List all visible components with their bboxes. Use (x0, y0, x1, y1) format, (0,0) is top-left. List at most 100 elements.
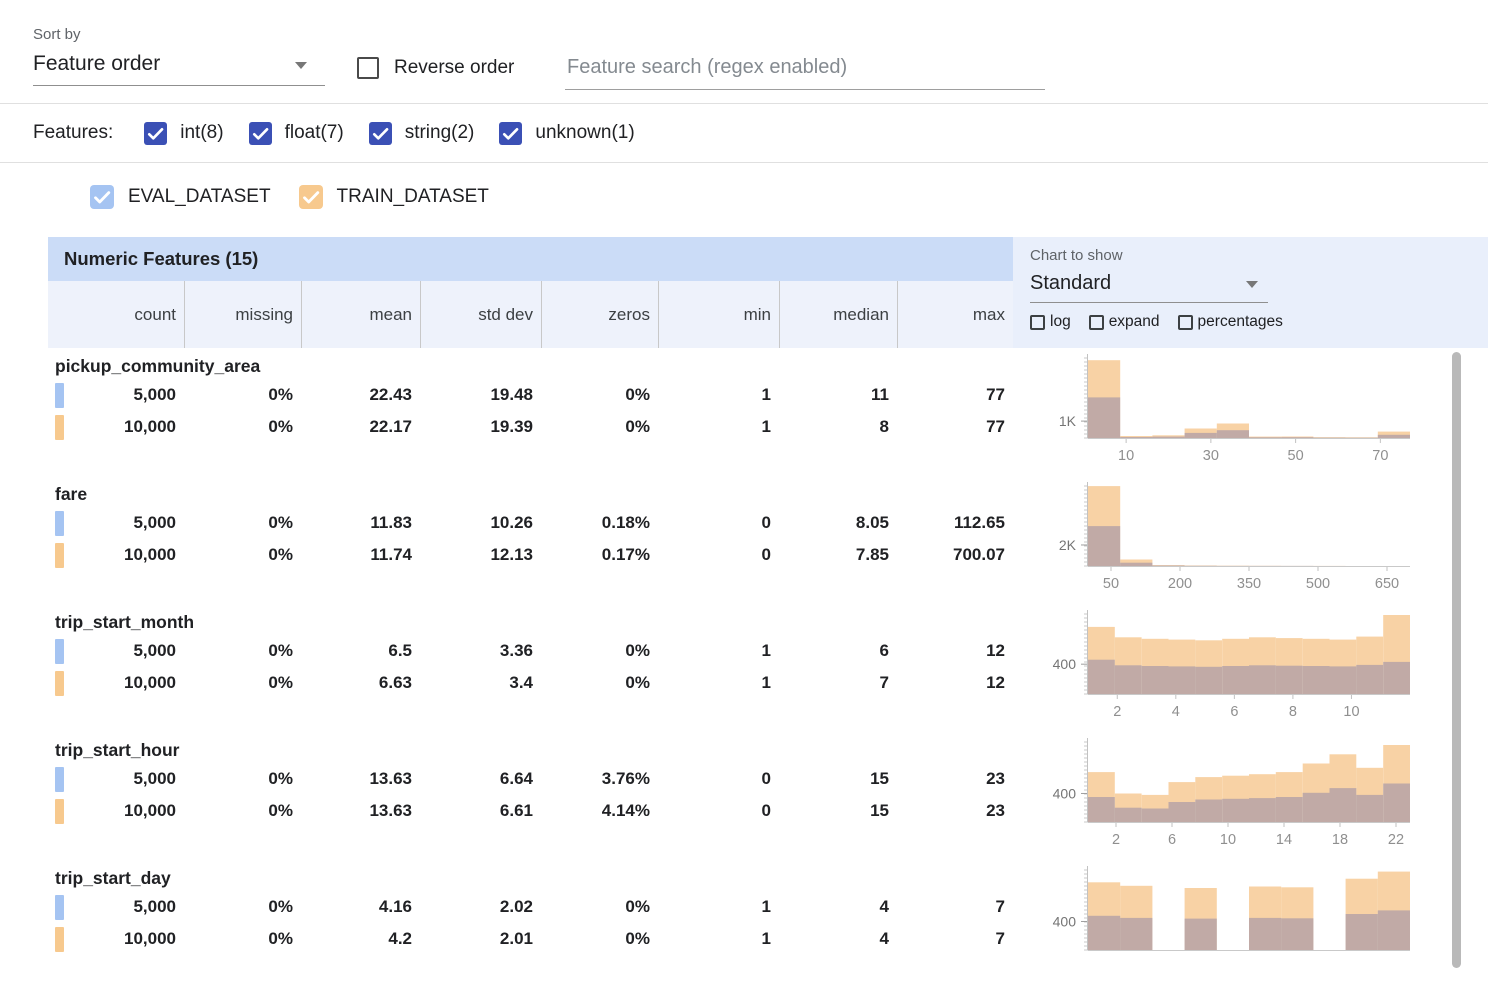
eval-mean: 13.63 (301, 769, 420, 789)
train-min: 1 (658, 673, 779, 693)
eval-min: 1 (658, 897, 779, 917)
train-std-dev: 2.01 (420, 929, 541, 949)
train-missing: 0% (184, 673, 301, 693)
eval-min: 0 (658, 513, 779, 533)
histogram-trip_start_hour: 4002610141822 (1020, 732, 1420, 860)
eval-dataset-marker (55, 639, 64, 664)
reverse-order-checkbox[interactable]: Reverse order (357, 57, 514, 79)
train-max: 23 (897, 801, 1013, 821)
train-mean: 6.63 (301, 673, 420, 693)
train-max: 700.07 (897, 545, 1013, 565)
svg-text:70: 70 (1372, 448, 1388, 464)
column-header-missing: missing (184, 281, 301, 348)
eval-missing: 0% (184, 641, 301, 661)
filter-float-checkbox[interactable]: float(7) (249, 122, 344, 145)
eval-count: 5,000 (48, 385, 184, 405)
checkbox-checked-icon (499, 122, 522, 145)
checkbox-checked-icon (90, 185, 114, 209)
sort-by-label: Sort by (33, 26, 325, 43)
checkbox-unchecked-icon (357, 57, 379, 79)
sort-order-select[interactable]: Feature order (33, 43, 325, 86)
features-label: Features: (33, 122, 113, 144)
train-std-dev: 19.39 (420, 417, 541, 437)
eval-max: 23 (897, 769, 1013, 789)
train-mean: 22.17 (301, 417, 420, 437)
train-max: 7 (897, 929, 1013, 949)
expand-checkbox[interactable]: expand (1089, 313, 1160, 331)
svg-text:6: 6 (1168, 832, 1176, 848)
train-max: 77 (897, 417, 1013, 437)
train-median: 15 (779, 801, 897, 821)
chart-type-select[interactable]: Standard (1030, 264, 1268, 303)
column-header-mean: mean (301, 281, 420, 348)
log-checkbox[interactable]: log (1030, 313, 1071, 331)
histogram-fare: 2K50200350500650 (1020, 476, 1420, 604)
chevron-down-icon (295, 62, 307, 69)
filter-unknown-checkbox[interactable]: unknown(1) (499, 122, 634, 145)
svg-text:30: 30 (1203, 448, 1219, 464)
checkbox-unchecked-icon (1178, 315, 1193, 330)
eval-std-dev: 6.64 (420, 769, 541, 789)
percentages-checkbox[interactable]: percentages (1178, 313, 1283, 331)
svg-text:400: 400 (1053, 785, 1077, 801)
vertical-scrollbar[interactable] (1452, 352, 1461, 968)
chart-to-show-label: Chart to show (1030, 247, 1488, 264)
svg-text:22: 22 (1388, 832, 1404, 848)
train-dataset-checkbox[interactable]: TRAIN_DATASET (299, 185, 489, 209)
train-median: 8 (779, 417, 897, 437)
svg-text:8: 8 (1289, 704, 1297, 720)
filter-float-label: float(7) (285, 122, 344, 144)
eval-missing: 0% (184, 513, 301, 533)
eval-dataset-marker (55, 511, 64, 536)
column-header-max: max (897, 281, 1013, 348)
eval-missing: 0% (184, 385, 301, 405)
checkbox-checked-icon (299, 185, 323, 209)
checkbox-checked-icon (249, 122, 272, 145)
svg-text:14: 14 (1276, 832, 1292, 848)
eval-min: 0 (658, 769, 779, 789)
eval-mean: 4.16 (301, 897, 420, 917)
filter-int-checkbox[interactable]: int(8) (144, 122, 223, 145)
svg-text:500: 500 (1306, 576, 1330, 592)
train-zeros: 0% (541, 417, 658, 437)
svg-text:4: 4 (1172, 704, 1180, 720)
svg-text:200: 200 (1168, 576, 1192, 592)
eval-zeros: 0% (541, 385, 658, 405)
train-missing: 0% (184, 545, 301, 565)
train-std-dev: 12.13 (420, 545, 541, 565)
chevron-down-icon (1246, 281, 1258, 288)
train-zeros: 0% (541, 673, 658, 693)
eval-zeros: 0% (541, 641, 658, 661)
histogram-pickup_community_area: 1K10305070 (1020, 348, 1420, 476)
eval-count: 5,000 (48, 641, 184, 661)
eval-count: 5,000 (48, 897, 184, 917)
eval-std-dev: 10.26 (420, 513, 541, 533)
eval-min: 1 (658, 641, 779, 661)
feature-block-pickup_community_area: pickup_community_area5,0000%22.4319.480%… (48, 348, 1452, 476)
eval-std-dev: 2.02 (420, 897, 541, 917)
train-dataset-label: TRAIN_DATASET (337, 186, 489, 208)
train-dataset-marker (55, 927, 64, 952)
eval-dataset-marker (55, 895, 64, 920)
sort-order-value: Feature order (33, 52, 160, 75)
filter-int-label: int(8) (180, 122, 223, 144)
chart-type-value: Standard (1030, 272, 1111, 294)
log-label: log (1050, 313, 1071, 331)
checkbox-unchecked-icon (1030, 315, 1045, 330)
train-std-dev: 3.4 (420, 673, 541, 693)
svg-text:18: 18 (1332, 832, 1348, 848)
train-min: 1 (658, 929, 779, 949)
column-header-min: min (658, 281, 779, 348)
svg-text:2: 2 (1112, 832, 1120, 848)
toolbar: Sort by Feature order Reverse order (0, 0, 1488, 104)
feature-table-body: pickup_community_area5,0000%22.4319.480%… (48, 348, 1452, 988)
eval-std-dev: 19.48 (420, 385, 541, 405)
eval-max: 112.65 (897, 513, 1013, 533)
eval-dataset-checkbox[interactable]: EVAL_DATASET (90, 185, 271, 209)
filter-string-checkbox[interactable]: string(2) (369, 122, 475, 145)
train-zeros: 4.14% (541, 801, 658, 821)
feature-search-input[interactable] (565, 50, 1045, 90)
column-header-count: count (48, 281, 184, 348)
chart-toggles: log expand percentages (1030, 313, 1488, 331)
column-header-row: countmissingmeanstd devzerosminmedianmax (48, 281, 1013, 348)
